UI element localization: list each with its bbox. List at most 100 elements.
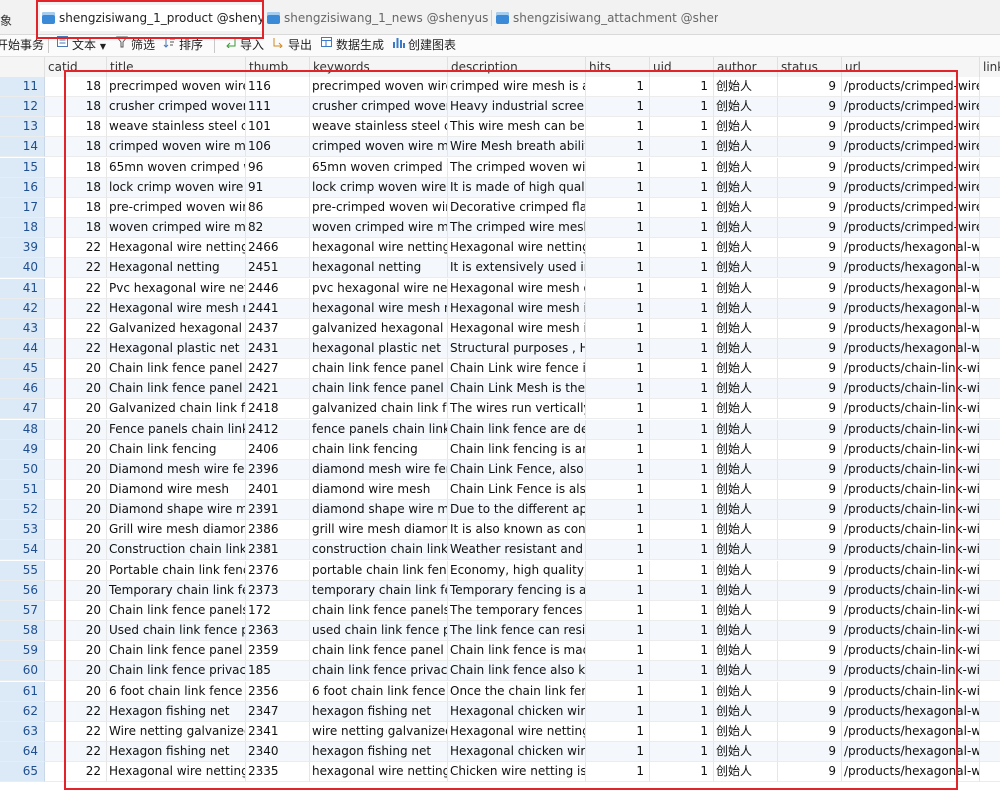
cell-catid[interactable]: 20 xyxy=(45,359,107,380)
table-row[interactable]: 1718pre-crimped woven wire r86pre-crimpe… xyxy=(0,197,1000,218)
cell-url[interactable]: /products/chain-link-wire xyxy=(842,600,980,621)
cell-description[interactable]: It is extensively used in in xyxy=(448,258,586,279)
cell-catid[interactable]: 20 xyxy=(45,419,107,440)
cell-keywords[interactable]: lock crimp woven wire me xyxy=(310,177,448,198)
cell-uid[interactable]: 1 xyxy=(650,480,714,500)
cell-uid[interactable]: 1 xyxy=(650,197,714,218)
cell-title[interactable]: Chain link fence panels te xyxy=(107,600,246,621)
table-row[interactable]: 39 22 Hexagonal wire netting 2466 hexagonal … xyxy=(0,238,1000,259)
table-row[interactable]: 1418crimped woven wire mesl106crimped wo… xyxy=(0,137,1000,158)
row-number-cell[interactable]: 48 xyxy=(0,419,45,440)
cell-description[interactable]: Chain Link Mesh is the mc xyxy=(448,379,586,400)
export-button[interactable]: 导出 xyxy=(272,36,312,55)
cell-catid[interactable]: 20 xyxy=(45,621,107,642)
cell-hits[interactable]: 1 xyxy=(586,661,650,682)
cell-keywords[interactable]: hexagonal wire netting m xyxy=(310,762,448,783)
cell-uid[interactable]: 1 xyxy=(650,177,714,198)
cell-author[interactable]: 创始人 xyxy=(714,661,778,682)
row-number-cell[interactable]: 59 xyxy=(0,641,45,662)
column-header-status[interactable]: status xyxy=(778,57,842,77)
cell-description[interactable]: Decorative crimped flat w xyxy=(448,197,586,218)
cell-status[interactable]: 9 xyxy=(778,238,842,259)
cell-url[interactable]: /products/hexagonal-wire xyxy=(842,278,980,299)
cell-thumb[interactable]: 2401 xyxy=(246,480,310,500)
cell-keywords[interactable]: diamond shape wire mes xyxy=(310,500,448,521)
cell-title[interactable]: Chain link fence panel xyxy=(107,359,246,380)
cell-thumb[interactable]: 2421 xyxy=(246,379,310,400)
cell-link[interactable] xyxy=(980,238,1000,259)
cell-status[interactable]: 9 xyxy=(778,278,842,299)
cell-title[interactable]: Chain link fence privacy p xyxy=(107,661,246,682)
table-row[interactable]: 5020Diamond mesh wire fence2396diamond m… xyxy=(0,459,1000,480)
cell-title[interactable]: Used chain link fence pan xyxy=(107,621,246,642)
cell-link[interactable] xyxy=(980,218,1000,239)
cell-author[interactable]: 创始人 xyxy=(714,500,778,521)
cell-status[interactable]: 9 xyxy=(778,500,842,521)
cell-thumb[interactable]: 2446 xyxy=(246,278,310,299)
cell-status[interactable]: 9 xyxy=(778,661,842,682)
cell-link[interactable] xyxy=(980,641,1000,662)
cell-hits[interactable]: 1 xyxy=(586,701,650,722)
cell-title[interactable]: 6 foot chain link fence pa xyxy=(107,681,246,702)
cell-title[interactable]: Hexagonal wire netting m xyxy=(107,762,246,783)
cell-catid[interactable]: 22 xyxy=(45,278,107,299)
cell-link[interactable] xyxy=(980,480,1000,500)
cell-description[interactable]: The crimped wire mesh is xyxy=(448,218,586,239)
row-number-cell[interactable]: 58 xyxy=(0,621,45,642)
cell-link[interactable] xyxy=(980,440,1000,460)
cell-title[interactable]: Fence panels chain link xyxy=(107,419,246,440)
cell-keywords[interactable]: construction chain link fer xyxy=(310,540,448,561)
cell-catid[interactable]: 18 xyxy=(45,97,107,118)
cell-keywords[interactable]: fence panels chain link xyxy=(310,419,448,440)
cell-link[interactable] xyxy=(980,742,1000,762)
cell-author[interactable]: 创始人 xyxy=(714,419,778,440)
cell-uid[interactable]: 1 xyxy=(650,721,714,742)
cell-link[interactable] xyxy=(980,399,1000,420)
cell-url[interactable]: /products/chain-link-wire xyxy=(842,359,980,380)
cell-keywords[interactable]: chain link fence panel xyxy=(310,359,448,380)
cell-keywords[interactable]: weave stainless steel crim xyxy=(310,117,448,138)
cell-keywords[interactable]: diamond mesh wire fence xyxy=(310,459,448,480)
cell-author[interactable]: 创始人 xyxy=(714,338,778,359)
cell-title[interactable]: Chain link fence panel cla xyxy=(107,379,246,400)
cell-uid[interactable]: 1 xyxy=(650,641,714,662)
row-number-cell[interactable]: 54 xyxy=(0,540,45,561)
cell-status[interactable]: 9 xyxy=(778,419,842,440)
cell-catid[interactable]: 18 xyxy=(45,218,107,239)
cell-description[interactable]: Hexagonal wire mesh own xyxy=(448,278,586,299)
tab-attachment-table[interactable]: shengzisiwang_attachment @shenyu... xyxy=(496,5,718,31)
cell-hits[interactable]: 1 xyxy=(586,338,650,359)
cell-link[interactable] xyxy=(980,722,1000,742)
cell-catid[interactable]: 20 xyxy=(45,379,107,400)
cell-catid[interactable]: 18 xyxy=(45,197,107,218)
table-row[interactable]: 51 20 Diamond wire mesh 2401 diamond wire me… xyxy=(0,480,1000,500)
cell-title[interactable]: woven crimped wire mesl xyxy=(107,218,246,239)
cell-description[interactable]: It is also known as constr xyxy=(448,520,586,541)
cell-title[interactable]: Wire netting galvanized n xyxy=(107,721,246,742)
cell-thumb[interactable]: 2376 xyxy=(246,560,310,581)
cell-description[interactable]: Wire Mesh breath ability xyxy=(448,137,586,158)
cell-title[interactable]: Construction chain link fe xyxy=(107,540,246,561)
cell-hits[interactable]: 1 xyxy=(586,540,650,561)
cell-thumb[interactable]: 106 xyxy=(246,137,310,158)
cell-title[interactable]: pre-crimped woven wire r xyxy=(107,197,246,218)
cell-title[interactable]: Galvanized chain link fenc xyxy=(107,399,246,420)
cell-description[interactable]: Hexagonal wire netting is xyxy=(448,238,586,259)
cell-catid[interactable]: 22 xyxy=(45,318,107,339)
cell-catid[interactable]: 20 xyxy=(45,580,107,601)
cell-hits[interactable]: 1 xyxy=(586,117,650,138)
cell-status[interactable]: 9 xyxy=(778,641,842,662)
cell-author[interactable]: 创始人 xyxy=(714,157,778,178)
cell-catid[interactable]: 20 xyxy=(45,540,107,561)
cell-url[interactable]: /products/crimped-wire-r xyxy=(842,177,980,198)
row-number-cell[interactable]: 61 xyxy=(0,681,45,702)
cell-title[interactable]: Diamond wire mesh xyxy=(107,480,246,500)
cell-title[interactable]: Pvc hexagonal wire nettin xyxy=(107,278,246,299)
cell-catid[interactable]: 18 xyxy=(45,77,107,97)
cell-hits[interactable]: 1 xyxy=(586,157,650,178)
column-header-link[interactable]: link xyxy=(980,57,1000,77)
cell-title[interactable]: Galvanized hexagonal wir xyxy=(107,318,246,339)
cell-keywords[interactable]: diamond wire mesh xyxy=(310,480,448,500)
cell-hits[interactable]: 1 xyxy=(586,318,650,339)
cell-keywords[interactable]: chain link fencing xyxy=(310,439,448,460)
